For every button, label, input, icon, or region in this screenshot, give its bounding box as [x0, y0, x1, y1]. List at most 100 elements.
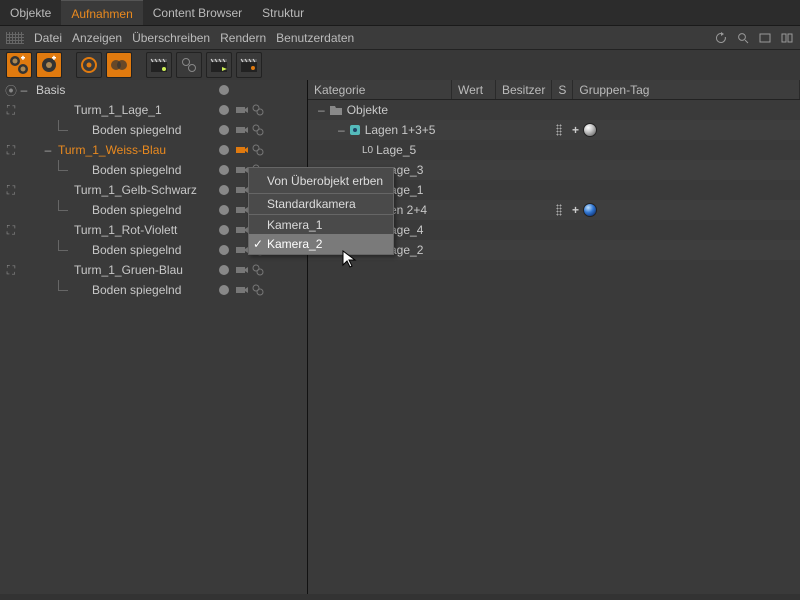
grip-icon [6, 32, 24, 44]
status-dot-icon [219, 225, 229, 235]
columns-icon[interactable] [780, 31, 794, 45]
status-dot-icon [219, 145, 229, 155]
clapboard-2-icon[interactable] [206, 52, 232, 78]
render-settings-icon[interactable] [251, 103, 265, 117]
tab-objekte[interactable]: Objekte [0, 0, 61, 25]
table-row[interactable]: L0 Lage_5 [308, 140, 800, 160]
viewport-marker-icon: ⛶ [4, 103, 18, 118]
status-dot-icon [219, 285, 229, 295]
add-tag-icon[interactable]: + [572, 203, 579, 217]
tree-child[interactable]: Boden spiegelnd [0, 280, 307, 300]
refresh-icon[interactable] [714, 31, 728, 45]
clapboard-3-icon[interactable] [236, 52, 262, 78]
tree-child-label: Boden spiegelnd [18, 203, 213, 217]
collapse-toggle[interactable]: – [18, 83, 30, 97]
window-icon[interactable] [758, 31, 772, 45]
menu-anzeigen[interactable]: Anzeigen [72, 31, 122, 45]
tree-child-label: Boden spiegelnd [18, 163, 213, 177]
camera-override-icon[interactable] [235, 243, 249, 257]
new-take-icon[interactable] [6, 52, 32, 78]
tree-child-label: Boden spiegelnd [18, 243, 213, 257]
tree-item-label: Turm_1_Gelb-Schwarz [18, 183, 213, 197]
tab-content-browser[interactable]: Content Browser [143, 0, 252, 25]
camera-override-icon[interactable] [235, 283, 249, 297]
ctx-item-label: Standardkamera [267, 197, 356, 211]
tree-item[interactable]: ⛶ Turm_1_Lage_1 [0, 100, 307, 120]
menu-datei[interactable]: Datei [34, 31, 62, 45]
material-sphere-icon[interactable] [583, 123, 597, 137]
tab-struktur[interactable]: Struktur [252, 0, 314, 25]
override-icon[interactable] [106, 52, 132, 78]
row-label: Lagen 1+3+5 [365, 123, 436, 137]
row-label: age_3 [390, 163, 423, 177]
camera-override-icon[interactable] [235, 163, 249, 177]
clapboard-1-icon[interactable] [146, 52, 172, 78]
col-gruppen-tag[interactable]: Gruppen-Tag [573, 80, 800, 99]
viewport-marker-icon: ⛶ [4, 183, 18, 198]
search-icon[interactable] [736, 31, 750, 45]
menu-rendern[interactable]: Rendern [220, 31, 266, 45]
gears-icon[interactable] [176, 52, 202, 78]
toolbar [0, 50, 800, 80]
row-label: Objekte [347, 103, 388, 117]
table-row[interactable]: – Objekte [308, 100, 800, 120]
menu-ueberschreiben[interactable]: Überschreiben [132, 31, 210, 45]
row-label: age_1 [390, 183, 423, 197]
tree-root-row[interactable]: ⦿ – Basis [0, 80, 307, 100]
menu-benutzerdaten[interactable]: Benutzerdaten [276, 31, 354, 45]
ctx-item-label: Von Überobjekt erben [267, 174, 383, 188]
status-dot-icon [219, 105, 229, 115]
row-label: Lage_5 [376, 143, 416, 157]
ctx-kamera-2[interactable]: ✓ Kamera_2 [249, 234, 393, 254]
ctx-kamera-1[interactable]: Kamera_1 [249, 214, 393, 234]
camera-override-icon[interactable] [235, 183, 249, 197]
ctx-inherit-from-parent[interactable]: Von Überobjekt erben [249, 168, 393, 194]
collapse-toggle[interactable]: – [318, 103, 325, 117]
status-dot-icon [219, 205, 229, 215]
tree-root-label: Basis [30, 83, 213, 97]
tree-item[interactable]: ⛶ Turm_1_Gruen-Blau [0, 260, 307, 280]
camera-override-icon[interactable] [235, 263, 249, 277]
camera-override-icon[interactable] [235, 223, 249, 237]
layer-icon [349, 124, 361, 136]
col-besitzer[interactable]: Besitzer [496, 80, 552, 99]
collapse-toggle[interactable]: – [42, 143, 54, 157]
status-dot-icon [219, 265, 229, 275]
status-dot-icon [219, 245, 229, 255]
viewport-marker-icon: ⦿ [4, 82, 18, 99]
collapse-toggle[interactable]: – [338, 123, 345, 137]
camera-override-icon[interactable] [235, 103, 249, 117]
camera-override-icon[interactable] [235, 123, 249, 137]
render-settings-icon[interactable] [251, 143, 265, 157]
render-settings-icon[interactable] [251, 123, 265, 137]
tree-item-selected[interactable]: ⛶ – Turm_1_Weiss-Blau [0, 140, 307, 160]
row-label: age_4 [390, 223, 423, 237]
tree-child-label: Boden spiegelnd [18, 283, 213, 297]
row-label: age_2 [390, 243, 423, 257]
new-child-take-icon[interactable] [36, 52, 62, 78]
render-settings-icon[interactable] [251, 263, 265, 277]
camera-context-menu: Von Überobjekt erben Standardkamera Kame… [248, 167, 394, 255]
tree-child[interactable]: Boden spiegelnd [0, 120, 307, 140]
render-settings-icon[interactable] [251, 283, 265, 297]
ctx-default-camera[interactable]: Standardkamera [249, 194, 393, 214]
tab-bar: Objekte Aufnahmen Content Browser Strukt… [0, 0, 800, 26]
autotake-icon[interactable] [76, 52, 102, 78]
drag-handle-icon[interactable] [556, 124, 562, 136]
ctx-item-label: Kamera_2 [267, 237, 322, 251]
material-sphere-icon[interactable] [583, 203, 597, 217]
check-icon: ✓ [253, 237, 263, 251]
add-tag-icon[interactable]: + [572, 123, 579, 137]
viewport-marker-icon: ⛶ [4, 223, 18, 238]
tree-child-label: Boden spiegelnd [18, 123, 213, 137]
col-s[interactable]: S [552, 80, 573, 99]
camera-override-icon[interactable] [235, 203, 249, 217]
camera-override-active-icon[interactable] [235, 143, 249, 157]
col-kategorie[interactable]: Kategorie [308, 80, 452, 99]
drag-handle-icon[interactable] [556, 204, 562, 216]
table-row[interactable]: – Lagen 1+3+5 + [308, 120, 800, 140]
status-dot-icon [219, 85, 229, 95]
col-wert[interactable]: Wert [452, 80, 496, 99]
viewport-marker-icon: ⛶ [4, 143, 18, 158]
tab-aufnahmen[interactable]: Aufnahmen [61, 0, 142, 25]
